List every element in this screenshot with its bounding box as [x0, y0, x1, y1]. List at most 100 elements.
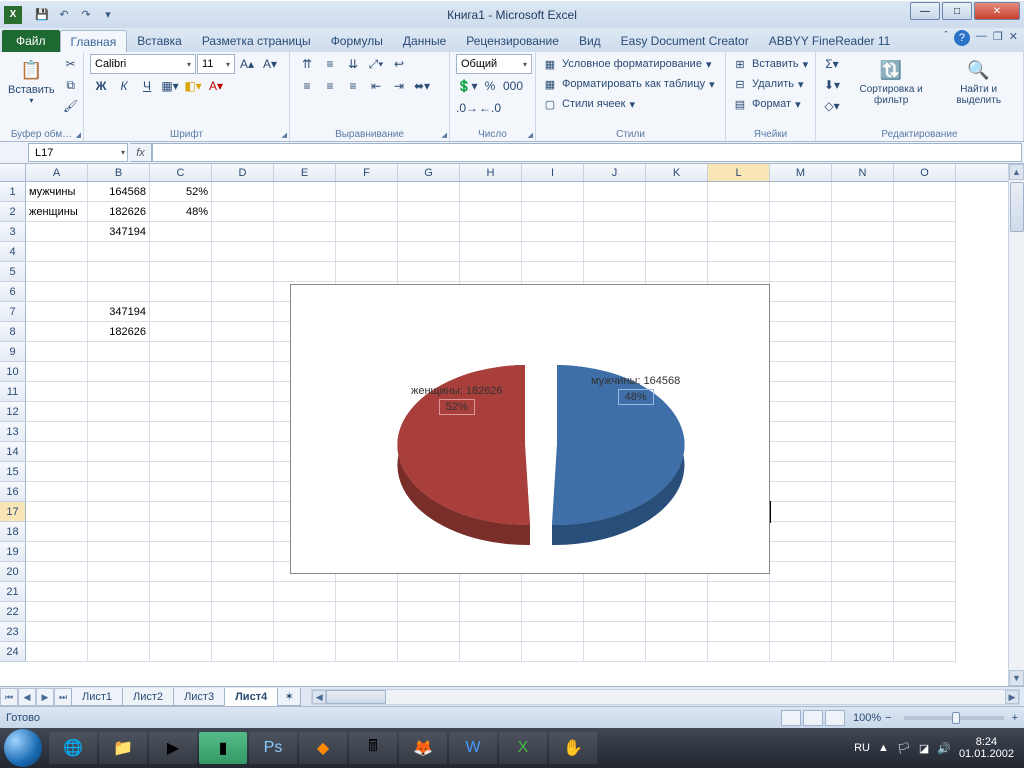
col-header-D[interactable]: D: [212, 164, 274, 181]
cell-B21[interactable]: [88, 582, 150, 602]
orientation[interactable]: ⤢▾: [365, 54, 387, 74]
cell-A21[interactable]: [26, 582, 88, 602]
qat-customize[interactable]: ▾: [98, 5, 118, 25]
scroll-right-arrow[interactable]: ▶: [1005, 690, 1019, 704]
tab-view[interactable]: Вид: [569, 30, 611, 52]
row-header-22[interactable]: 22: [0, 602, 26, 622]
cell-C20[interactable]: [150, 562, 212, 582]
cell-O22[interactable]: [894, 602, 956, 622]
col-header-I[interactable]: I: [522, 164, 584, 181]
workbook-close-icon[interactable]: ✕: [1009, 30, 1018, 46]
find-select-button[interactable]: 🔍 Найти и выделить: [940, 54, 1017, 108]
cell-F5[interactable]: [336, 262, 398, 282]
cell-N15[interactable]: [832, 462, 894, 482]
cell-C6[interactable]: [150, 282, 212, 302]
cell-D11[interactable]: [212, 382, 274, 402]
cell-E1[interactable]: [274, 182, 336, 202]
col-header-H[interactable]: H: [460, 164, 522, 181]
row-header-24[interactable]: 24: [0, 642, 26, 662]
cell-A12[interactable]: [26, 402, 88, 422]
cell-O17[interactable]: [894, 502, 956, 522]
decrease-font-button[interactable]: A▾: [259, 54, 281, 74]
select-all-corner[interactable]: [0, 164, 26, 182]
tab-formulas[interactable]: Формулы: [321, 30, 393, 52]
cell-G3[interactable]: [398, 222, 460, 242]
row-header-21[interactable]: 21: [0, 582, 26, 602]
tab-abbyy[interactable]: ABBYY FineReader 11: [759, 30, 901, 52]
cell-H22[interactable]: [460, 602, 522, 622]
cell-M8[interactable]: [770, 322, 832, 342]
cell-B19[interactable]: [88, 542, 150, 562]
cell-M17[interactable]: [770, 502, 832, 522]
cell-M10[interactable]: [770, 362, 832, 382]
cell-B6[interactable]: [88, 282, 150, 302]
cell-G21[interactable]: [398, 582, 460, 602]
cell-M21[interactable]: [770, 582, 832, 602]
taskbar-app1[interactable]: ▮: [199, 732, 247, 764]
copy-button[interactable]: ⧉: [61, 75, 81, 95]
tab-insert[interactable]: Вставка: [127, 30, 192, 52]
cell-L2[interactable]: [708, 202, 770, 222]
cell-B22[interactable]: [88, 602, 150, 622]
cell-A24[interactable]: [26, 642, 88, 662]
cell-E22[interactable]: [274, 602, 336, 622]
scroll-down-arrow[interactable]: ▼: [1009, 670, 1024, 686]
format-painter-button[interactable]: 🖌: [61, 96, 81, 116]
cell-N19[interactable]: [832, 542, 894, 562]
increase-font-button[interactable]: A▴: [236, 54, 258, 74]
cell-F24[interactable]: [336, 642, 398, 662]
view-page-break[interactable]: [825, 710, 845, 726]
col-header-G[interactable]: G: [398, 164, 460, 181]
cell-F3[interactable]: [336, 222, 398, 242]
comma-format[interactable]: 000: [502, 76, 524, 96]
worksheet-grid[interactable]: ABCDEFGHIJKLMNO 1мужчины16456852%2женщин…: [0, 164, 1024, 686]
cell-M19[interactable]: [770, 542, 832, 562]
row-header-6[interactable]: 6: [0, 282, 26, 302]
decrease-decimal[interactable]: ←.0: [479, 98, 501, 118]
cell-J1[interactable]: [584, 182, 646, 202]
taskbar-excel[interactable]: X: [499, 732, 547, 764]
cell-B17[interactable]: [88, 502, 150, 522]
italic-button[interactable]: К: [113, 76, 135, 96]
fx-button[interactable]: fx: [130, 143, 152, 162]
cell-M9[interactable]: [770, 342, 832, 362]
cell-D2[interactable]: [212, 202, 274, 222]
cell-C15[interactable]: [150, 462, 212, 482]
cell-F4[interactable]: [336, 242, 398, 262]
cell-G4[interactable]: [398, 242, 460, 262]
cell-H24[interactable]: [460, 642, 522, 662]
cell-A15[interactable]: [26, 462, 88, 482]
cell-A22[interactable]: [26, 602, 88, 622]
cell-C5[interactable]: [150, 262, 212, 282]
cell-O15[interactable]: [894, 462, 956, 482]
percent-format[interactable]: %: [479, 76, 501, 96]
row-header-23[interactable]: 23: [0, 622, 26, 642]
cell-M14[interactable]: [770, 442, 832, 462]
tab-home[interactable]: Главная: [60, 30, 128, 52]
cell-D12[interactable]: [212, 402, 274, 422]
cell-C12[interactable]: [150, 402, 212, 422]
taskbar-clock[interactable]: 8:24 01.01.2002: [959, 736, 1014, 760]
font-name-combo[interactable]: Calibri▾: [90, 54, 196, 74]
cell-H4[interactable]: [460, 242, 522, 262]
row-header-13[interactable]: 13: [0, 422, 26, 442]
cell-K5[interactable]: [646, 262, 708, 282]
cell-B15[interactable]: [88, 462, 150, 482]
cell-N8[interactable]: [832, 322, 894, 342]
cell-N23[interactable]: [832, 622, 894, 642]
cell-C17[interactable]: [150, 502, 212, 522]
cell-H2[interactable]: [460, 202, 522, 222]
tray-icon-2[interactable]: ◪: [919, 742, 929, 755]
cell-O10[interactable]: [894, 362, 956, 382]
cell-L24[interactable]: [708, 642, 770, 662]
cell-B5[interactable]: [88, 262, 150, 282]
cell-styles[interactable]: ▢Стили ячеек ▾: [542, 94, 635, 114]
taskbar-app2[interactable]: ◆: [299, 732, 347, 764]
format-cells[interactable]: ▤Формат ▾: [732, 94, 801, 114]
cell-J4[interactable]: [584, 242, 646, 262]
sheet-nav-next[interactable]: ▶: [36, 688, 54, 706]
cell-G1[interactable]: [398, 182, 460, 202]
tray-flag-icon[interactable]: 🏳: [897, 742, 911, 755]
increase-decimal[interactable]: .0→: [456, 98, 478, 118]
cell-C11[interactable]: [150, 382, 212, 402]
